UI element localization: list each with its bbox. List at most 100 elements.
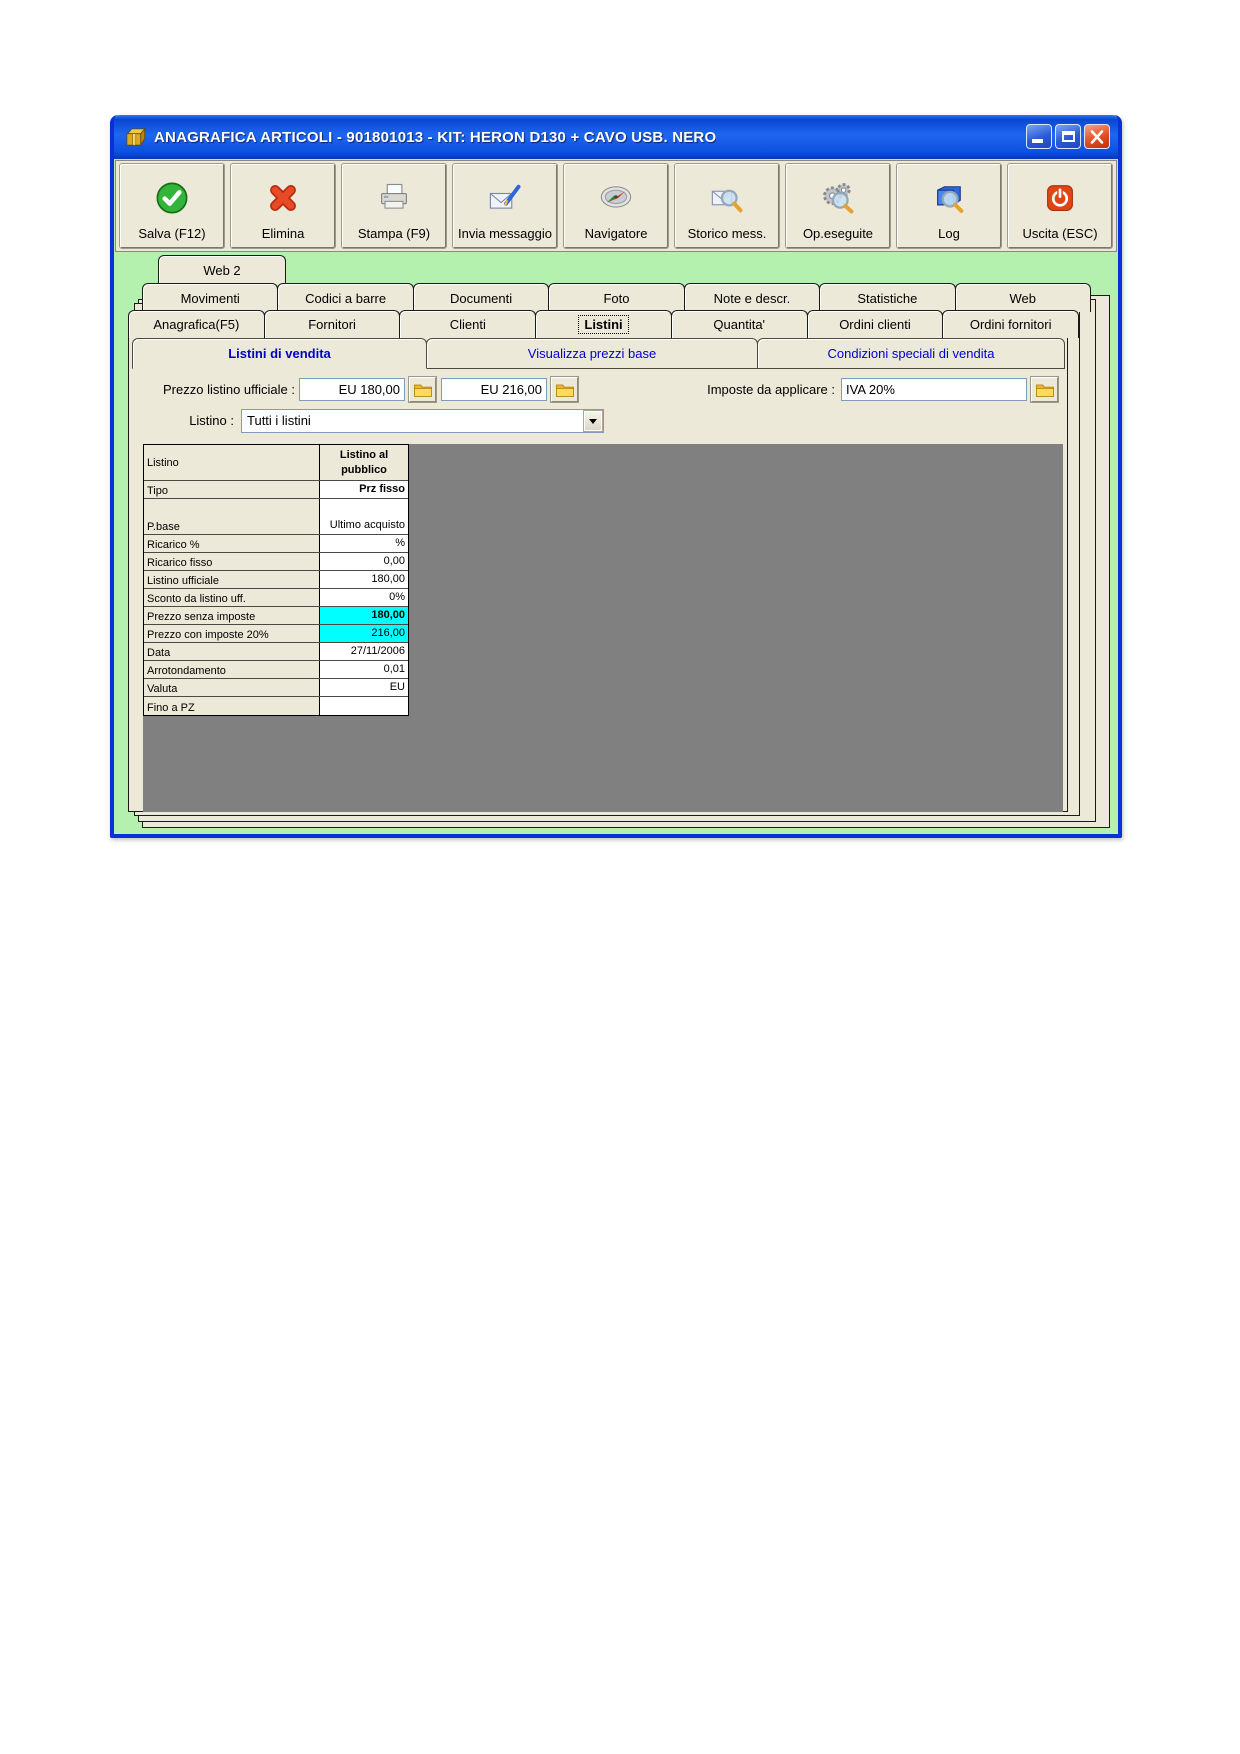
toolbar-button-label: Op.eseguite	[802, 226, 874, 242]
tab-web2[interactable]: Web 2	[158, 255, 286, 285]
table-row[interactable]: Data 27/11/2006	[144, 643, 408, 661]
subtab-row: Listini di vendita Visualizza prezzi bas…	[132, 338, 1066, 369]
tab-quantita[interactable]: Quantita'	[670, 310, 808, 338]
table-row[interactable]: P.base Ultimo acquisto	[144, 499, 408, 535]
elimina-button[interactable]: Elimina	[230, 163, 336, 249]
row-label: Prezzo senza imposte	[144, 607, 320, 624]
folder-icon	[413, 384, 432, 397]
header-cell: Listino	[144, 445, 320, 480]
table-header-row: Listino Listino al pubblico	[144, 445, 408, 481]
tab-clienti[interactable]: Clienti	[399, 310, 537, 338]
tab-label: Quantita'	[713, 317, 766, 332]
operazioni-eseguite-button[interactable]: Op.eseguite	[785, 163, 891, 249]
title-bar[interactable]: ANAGRAFICA ARTICOLI - 901801013 - KIT: H…	[114, 115, 1118, 159]
listino-combobox-value: Tutti i listini	[247, 413, 311, 428]
subtab-label: Condizioni speciali di vendita	[827, 346, 995, 361]
table-row[interactable]: Ricarico % %	[144, 535, 408, 553]
toolbar-button-label: Navigatore	[584, 226, 648, 242]
tab-web[interactable]: Web	[954, 283, 1091, 312]
imposte-folder-button[interactable]	[1030, 376, 1059, 403]
tab-movimenti[interactable]: Movimenti	[142, 283, 279, 312]
toolbar-button-label: Log	[938, 226, 960, 242]
tab-statistiche[interactable]: Statistiche	[819, 283, 956, 312]
subtab-label: Listini di vendita	[228, 346, 331, 361]
save-check-icon	[154, 168, 190, 227]
window-title: ANAGRAFICA ARTICOLI - 901801013 - KIT: H…	[154, 128, 717, 146]
table-row[interactable]: Listino ufficiale 180,00	[144, 571, 408, 589]
tab-label: Ordini clienti	[839, 317, 911, 332]
minimize-button[interactable]	[1026, 124, 1052, 149]
table-row[interactable]: Arrotondamento 0,01	[144, 661, 408, 679]
tab-codici-a-barre[interactable]: Codici a barre	[277, 283, 414, 312]
invia-messaggio-button[interactable]: Invia messaggio	[452, 163, 558, 249]
table-row-highlighted[interactable]: Prezzo senza imposte 180,00	[144, 607, 408, 625]
toolbar-button-label: Elimina	[261, 226, 305, 242]
tab-label: Movimenti	[180, 290, 240, 306]
subtab-label: Visualizza prezzi base	[527, 346, 657, 361]
folder-icon	[1035, 384, 1054, 397]
row-label: Ricarico %	[144, 535, 320, 552]
table-row[interactable]: Valuta EU	[144, 679, 408, 697]
stampa-button[interactable]: Invia messaggio Stampa (F9)	[341, 163, 447, 249]
close-icon	[1090, 130, 1104, 144]
tab-anagrafica[interactable]: Anagrafica(F5)	[128, 310, 265, 338]
storico-messaggi-button[interactable]: Storico mess.	[674, 163, 780, 249]
log-button[interactable]: Log	[896, 163, 1002, 249]
subtab-listini-di-vendita[interactable]: Listini di vendita	[132, 338, 427, 369]
tab-ordini-clienti[interactable]: Ordini clienti	[806, 310, 944, 338]
tab-label: Ordini fornitori	[969, 317, 1052, 332]
table-row-highlighted[interactable]: Prezzo con imposte 20% 216,00	[144, 625, 408, 643]
uscita-button[interactable]: Uscita (ESC)	[1007, 163, 1113, 249]
row-value: %	[320, 535, 408, 552]
row-value: Prz fisso	[320, 481, 408, 498]
row-label: Sconto da listino uff.	[144, 589, 320, 606]
listino-combobox[interactable]: Tutti i listini	[241, 409, 604, 433]
imposte-input[interactable]: IVA 20%	[841, 378, 1027, 401]
delete-x-icon	[265, 168, 301, 227]
maximize-button[interactable]	[1055, 124, 1081, 149]
navigatore-button[interactable]: Navigatore	[563, 163, 669, 249]
maximize-icon	[1062, 131, 1075, 142]
table-row[interactable]: Tipo Prz fisso	[144, 481, 408, 499]
tab-listini-active[interactable]: Listini	[535, 310, 672, 338]
chevron-down-icon[interactable]	[583, 410, 603, 432]
package-icon	[126, 127, 146, 147]
subtab-condizioni-speciali[interactable]: Condizioni speciali di vendita	[757, 338, 1065, 369]
table-row[interactable]: Ricarico fisso 0,00	[144, 553, 408, 571]
row-label: Prezzo con imposte 20%	[144, 625, 320, 642]
row-label: Arrotondamento	[144, 661, 320, 678]
table-row[interactable]: Sconto da listino uff. 0%	[144, 589, 408, 607]
table-row[interactable]: Fino a PZ	[144, 697, 408, 715]
table-background: Listino Listino al pubblico Tipo Prz fis…	[143, 444, 1063, 812]
row-label: Valuta	[144, 679, 320, 696]
prezzo-folder-button-2[interactable]	[550, 376, 579, 403]
listino-label: Listino :	[189, 413, 234, 428]
toolbar-button-label: Storico mess.	[687, 226, 767, 242]
minimize-icon	[1032, 139, 1043, 143]
row-value	[320, 697, 408, 715]
row-value: 27/11/2006	[320, 643, 408, 660]
row-value: 0%	[320, 589, 408, 606]
tab-documenti[interactable]: Documenti	[412, 283, 550, 312]
salva-button[interactable]: Salva (F12)	[119, 163, 225, 249]
prezzo-listino-input-1[interactable]: EU 180,00	[299, 378, 405, 401]
tab-fornitori[interactable]: Fornitori	[263, 310, 401, 338]
tab-ordini-fornitori[interactable]: Ordini fornitori	[942, 310, 1080, 338]
subtab-visualizza-prezzi-base[interactable]: Visualizza prezzi base	[426, 338, 758, 369]
tab-note-e-descr[interactable]: Note e descr.	[683, 283, 821, 312]
row-label: Listino ufficiale	[144, 571, 320, 588]
prezzo-listino-input-2[interactable]: EU 216,00	[441, 378, 547, 401]
book-magnifier-icon	[931, 168, 967, 227]
header-cell: Listino al pubblico	[320, 445, 408, 480]
tab-row-bottom: Anagrafica(F5) Fornitori Clienti Listini…	[128, 310, 1080, 338]
tab-foto[interactable]: Foto	[548, 283, 685, 312]
power-icon	[1042, 168, 1078, 227]
tab-row-middle: Movimenti Codici a barre Documenti Foto …	[142, 283, 1091, 312]
gears-magnifier-icon	[820, 168, 856, 227]
app-window: ANAGRAFICA ARTICOLI - 901801013 - KIT: H…	[110, 115, 1122, 838]
close-button[interactable]	[1084, 124, 1110, 149]
prezzo-folder-button-1[interactable]	[408, 376, 437, 403]
toolbar-button-label: Stampa (F9)	[357, 226, 431, 242]
toolbar: Salva (F12) Elimina Invia messaggio Stam…	[115, 160, 1117, 252]
tab-label: Statistiche	[857, 290, 918, 306]
